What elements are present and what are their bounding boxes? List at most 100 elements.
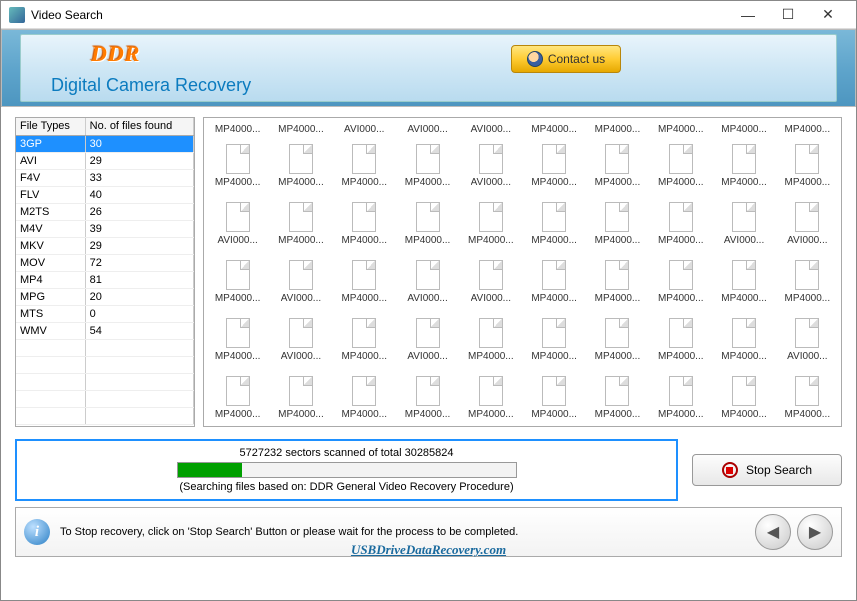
file-item[interactable]: MP4000... xyxy=(522,314,585,370)
maximize-button[interactable]: ☐ xyxy=(768,2,808,28)
file-item[interactable]: AVI000... xyxy=(459,256,522,312)
file-icon xyxy=(479,202,503,232)
col-count[interactable]: No. of files found xyxy=(85,118,193,135)
file-label: MP4000... xyxy=(658,177,704,188)
table-row[interactable]: MP481 xyxy=(16,271,194,288)
file-item[interactable]: MP4000... xyxy=(649,256,712,312)
file-item[interactable]: MP4000... xyxy=(776,140,839,196)
file-label: MP4000... xyxy=(341,351,387,362)
table-row[interactable]: F4V33 xyxy=(16,169,194,186)
file-label: MP4000... xyxy=(531,124,577,135)
file-item[interactable]: MP4000... xyxy=(586,256,649,312)
files-panel[interactable]: MP4000...MP4000...AVI000...AVI000...AVI0… xyxy=(203,117,842,427)
file-item[interactable]: MP4000... xyxy=(586,140,649,196)
file-item[interactable]: MP4000... xyxy=(586,314,649,370)
file-item[interactable]: MP4000... xyxy=(776,372,839,427)
file-label: AVI000... xyxy=(787,351,827,362)
file-item[interactable]: MP4000... xyxy=(522,256,585,312)
file-item[interactable]: AVI000... xyxy=(396,256,459,312)
file-icon xyxy=(226,260,250,290)
file-item[interactable]: MP4000... xyxy=(206,140,269,196)
table-row[interactable]: M4V39 xyxy=(16,220,194,237)
file-icon xyxy=(669,202,693,232)
file-item[interactable]: MP4000... xyxy=(206,372,269,427)
file-item[interactable]: MP4000... xyxy=(649,198,712,254)
file-item[interactable]: AVI000... xyxy=(776,198,839,254)
stop-search-button[interactable]: Stop Search xyxy=(692,454,842,486)
file-item[interactable]: MP4000... xyxy=(522,198,585,254)
file-icon xyxy=(732,318,756,348)
file-item[interactable]: MP4000... xyxy=(396,140,459,196)
file-item[interactable]: MP4000... xyxy=(333,198,396,254)
file-icon xyxy=(226,144,250,174)
file-item[interactable]: AVI000... xyxy=(776,314,839,370)
file-item[interactable]: MP4000... xyxy=(459,198,522,254)
file-item[interactable]: MP4000... xyxy=(333,372,396,427)
file-icon xyxy=(669,318,693,348)
file-item[interactable]: MP4000... xyxy=(776,256,839,312)
file-icon xyxy=(289,144,313,174)
forward-button[interactable]: ▶ xyxy=(797,514,833,550)
file-label: MP4000... xyxy=(531,177,577,188)
file-item[interactable]: MP4000... xyxy=(269,140,332,196)
col-filetype[interactable]: File Types xyxy=(16,118,85,135)
file-item[interactable]: MP4000... xyxy=(712,256,775,312)
file-item[interactable]: MP4000... xyxy=(522,372,585,427)
file-item[interactable]: MP4000... xyxy=(522,140,585,196)
file-item[interactable]: MP4000... xyxy=(459,314,522,370)
file-item[interactable]: AVI000... xyxy=(269,256,332,312)
file-item[interactable]: MP4000... xyxy=(712,314,775,370)
table-row[interactable]: AVI29 xyxy=(16,152,194,169)
progress-text: 5727232 sectors scanned of total 3028582… xyxy=(239,447,453,459)
file-icon xyxy=(289,260,313,290)
table-row[interactable]: MTS0 xyxy=(16,305,194,322)
contact-button[interactable]: Contact us xyxy=(511,45,621,73)
back-button[interactable]: ◀ xyxy=(755,514,791,550)
file-label: AVI000... xyxy=(407,351,447,362)
file-icon xyxy=(669,376,693,406)
file-item[interactable]: MP4000... xyxy=(649,372,712,427)
table-row[interactable]: MOV72 xyxy=(16,254,194,271)
file-item[interactable]: MP4000... xyxy=(712,140,775,196)
table-row[interactable]: MKV29 xyxy=(16,237,194,254)
file-label: MP4000... xyxy=(215,124,261,135)
file-icon xyxy=(542,318,566,348)
file-icon xyxy=(605,202,629,232)
file-item[interactable]: MP4000... xyxy=(206,314,269,370)
file-item[interactable]: MP4000... xyxy=(269,198,332,254)
file-item[interactable]: MP4000... xyxy=(712,372,775,427)
app-icon xyxy=(9,7,25,23)
file-item[interactable]: MP4000... xyxy=(333,256,396,312)
file-item[interactable]: AVI000... xyxy=(712,198,775,254)
close-button[interactable]: ✕ xyxy=(808,2,848,28)
table-row[interactable]: M2TS26 xyxy=(16,203,194,220)
file-item[interactable]: AVI000... xyxy=(459,140,522,196)
file-item[interactable]: MP4000... xyxy=(396,372,459,427)
titlebar: Video Search — ☐ ✕ xyxy=(1,1,856,29)
table-row[interactable]: WMV54 xyxy=(16,322,194,339)
file-icon xyxy=(352,376,376,406)
footer-url[interactable]: USBDriveDataRecovery.com xyxy=(351,542,506,558)
file-item[interactable]: MP4000... xyxy=(649,140,712,196)
file-item[interactable]: MP4000... xyxy=(206,256,269,312)
file-item[interactable]: MP4000... xyxy=(269,372,332,427)
table-row[interactable]: FLV40 xyxy=(16,186,194,203)
file-icon xyxy=(289,202,313,232)
file-item[interactable]: MP4000... xyxy=(459,372,522,427)
filetype-table[interactable]: File Types No. of files found 3GP30AVI29… xyxy=(15,117,195,427)
file-item[interactable]: MP4000... xyxy=(649,314,712,370)
file-item[interactable]: MP4000... xyxy=(333,140,396,196)
file-item[interactable]: MP4000... xyxy=(586,372,649,427)
file-item[interactable]: MP4000... xyxy=(396,198,459,254)
file-label: MP4000... xyxy=(531,351,577,362)
minimize-button[interactable]: — xyxy=(728,2,768,28)
file-item[interactable]: MP4000... xyxy=(333,314,396,370)
file-item[interactable]: AVI000... xyxy=(269,314,332,370)
file-label: MP4000... xyxy=(658,293,704,304)
file-label: MP4000... xyxy=(278,124,324,135)
file-item[interactable]: AVI000... xyxy=(396,314,459,370)
file-item[interactable]: AVI000... xyxy=(206,198,269,254)
table-row[interactable]: 3GP30 xyxy=(16,135,194,152)
file-item[interactable]: MP4000... xyxy=(586,198,649,254)
table-row[interactable]: MPG20 xyxy=(16,288,194,305)
